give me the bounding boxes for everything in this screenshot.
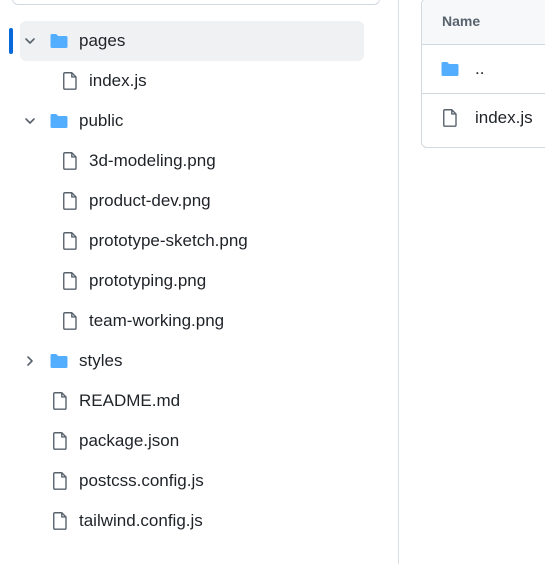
tree-item-label: product-dev.png — [89, 191, 211, 210]
file-icon — [50, 391, 70, 411]
tree-item-label: 3d-modeling.png — [89, 151, 216, 170]
file-icon — [60, 191, 80, 211]
tree-item-readme-md[interactable]: README.md — [20, 381, 364, 421]
tree-item-label: styles — [79, 351, 123, 370]
file-icon — [440, 108, 460, 128]
folder-icon — [49, 111, 69, 131]
file-list-row-label[interactable]: index.js — [475, 108, 533, 128]
file-icon — [60, 71, 80, 91]
folder-icon — [49, 351, 69, 371]
tree-item-index-js[interactable]: index.js — [20, 61, 364, 101]
tree-item-tailwind-config-js[interactable]: tailwind.config.js — [20, 501, 364, 541]
tree-item-3d-modeling-png[interactable]: 3d-modeling.png — [20, 141, 364, 181]
file-tree: pages index.js public 3d-modeling.png pr… — [0, 0, 398, 564]
file-icon — [50, 431, 70, 451]
tree-item-label: tailwind.config.js — [79, 511, 203, 530]
tree-item-label: prototype-sketch.png — [89, 231, 248, 250]
tree-item-label: postcss.config.js — [79, 471, 204, 490]
tree-item-label: index.js — [89, 71, 147, 90]
chevron-right-icon[interactable] — [22, 353, 38, 369]
tree-item-prototyping-png[interactable]: prototyping.png — [20, 261, 364, 301]
file-icon — [60, 231, 80, 251]
tree-item-product-dev-png[interactable]: product-dev.png — [20, 181, 364, 221]
column-header-name[interactable]: Name — [442, 13, 480, 29]
file-icon — [60, 271, 80, 291]
chevron-down-icon[interactable] — [22, 33, 38, 49]
chevron-down-icon[interactable] — [22, 113, 38, 129]
file-list-row-index-js[interactable]: index.js — [422, 94, 545, 142]
tree-item-label: team-working.png — [89, 311, 225, 330]
tree-item-styles[interactable]: styles — [20, 341, 364, 381]
tree-item-pages[interactable]: pages — [20, 21, 364, 61]
tree-item-label: prototyping.png — [89, 271, 207, 290]
file-icon — [60, 311, 80, 331]
search-box-edge — [12, 0, 380, 5]
file-icon — [50, 471, 70, 491]
tree-item-postcss-config-js[interactable]: postcss.config.js — [20, 461, 364, 501]
tree-item-prototype-sketch-png[interactable]: prototype-sketch.png — [20, 221, 364, 261]
tree-item-public[interactable]: public — [20, 101, 364, 141]
tree-item-label: pages — [79, 31, 126, 50]
tree-item-label: public — [79, 111, 124, 130]
folder-icon — [440, 59, 460, 79]
file-list-panel: Name .. index.js — [421, 0, 545, 148]
active-indicator — [9, 28, 13, 54]
file-icon — [60, 151, 80, 171]
file-icon — [50, 511, 70, 531]
tree-item-package-json[interactable]: package.json — [20, 421, 364, 461]
folder-icon — [49, 31, 69, 51]
tree-item-label: README.md — [79, 391, 181, 410]
pane-divider[interactable] — [398, 0, 399, 564]
tree-item-team-working-png[interactable]: team-working.png — [20, 301, 364, 341]
tree-item-label: package.json — [79, 431, 180, 450]
file-list-header: Name — [422, 0, 545, 45]
file-list-row-parent[interactable]: .. — [422, 45, 545, 94]
file-list-row-label[interactable]: .. — [475, 59, 484, 79]
